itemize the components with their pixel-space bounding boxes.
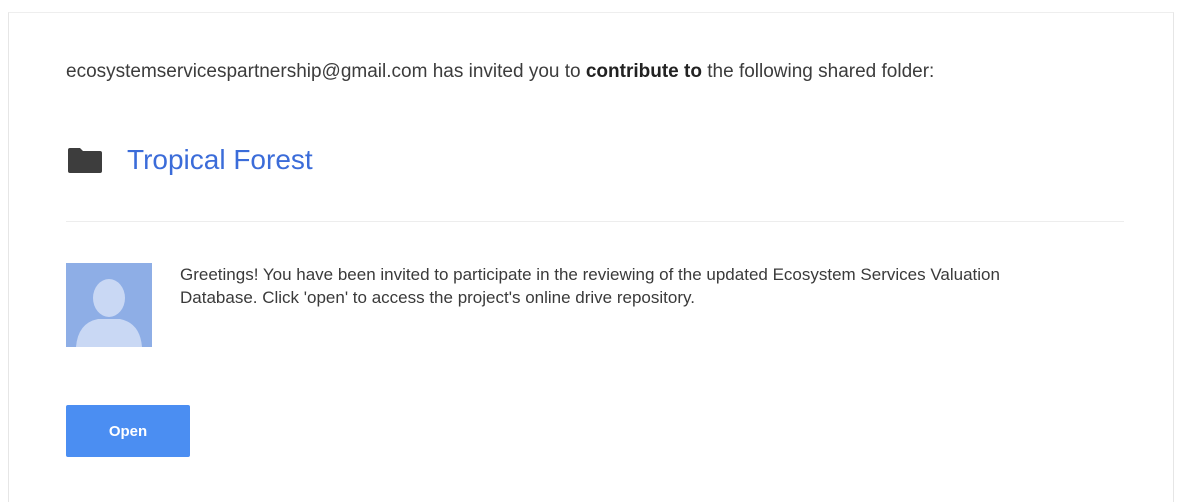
invitation-message: Greetings! You have been invited to part… [180,265,1000,307]
open-button[interactable]: Open [66,405,190,457]
default-avatar-icon [66,263,152,347]
invitation-text: ecosystemservicespartnership@gmail.com h… [66,61,1126,83]
permission-level: contribute to [585,61,702,82]
invitation-email-card: ecosystemservicespartnership@gmail.com h… [8,12,1174,502]
folder-icon [67,146,103,174]
invitation-text-before: has invited you to [427,61,586,82]
invitation-text-after: the following shared folder: [701,61,935,82]
sender-email: ecosystemservicespartnership@gmail.com [66,61,428,82]
shared-folder-row[interactable]: Tropical Forest [67,140,313,180]
folder-name-link[interactable]: Tropical Forest [127,144,313,176]
divider [66,221,1124,222]
